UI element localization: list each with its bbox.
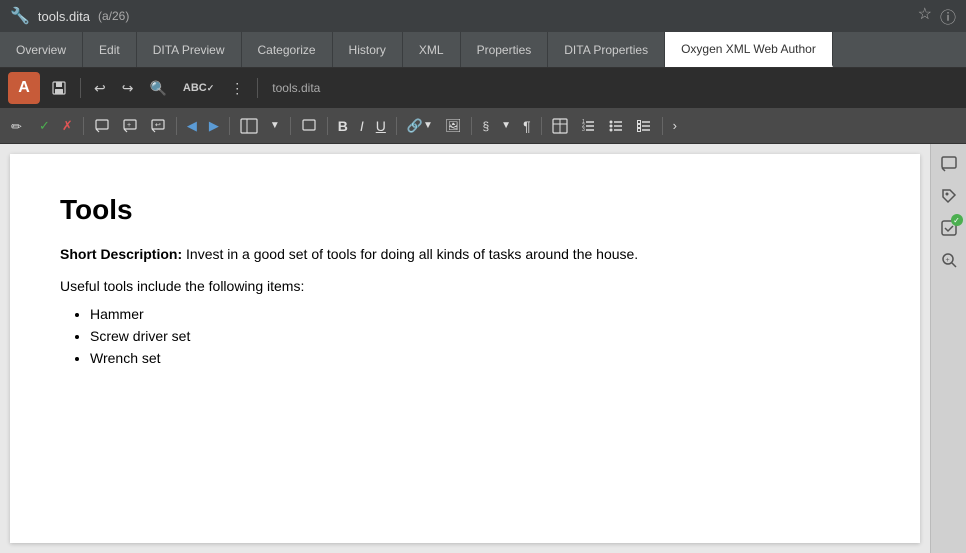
tab-xml[interactable]: XML	[403, 32, 461, 67]
svg-text:3: 3	[582, 127, 585, 133]
track-changes-button[interactable]: ✏	[6, 115, 32, 137]
sep10	[541, 117, 542, 135]
search-button[interactable]: 🔍	[144, 77, 171, 100]
doc-short-description: Short Description: Invest in a good set …	[60, 246, 870, 262]
svg-text:↩: ↩	[155, 122, 161, 129]
svg-text:✏: ✏	[11, 119, 22, 134]
edit-comment-button[interactable]: +	[117, 115, 143, 137]
tab-overview[interactable]: Overview	[0, 32, 83, 67]
list-task-button[interactable]	[631, 115, 657, 137]
title-bar-left: 🔧 tools.dita (a/26)	[10, 6, 129, 26]
title-bar-badge: (a/26)	[98, 9, 129, 23]
tab-oxygen-xml[interactable]: Oxygen XML Web Author	[665, 32, 833, 67]
template-button[interactable]	[235, 115, 263, 137]
svg-text:+: +	[945, 257, 949, 264]
editor-area[interactable]: Tools Short Description: Invest in a goo…	[0, 144, 930, 553]
sep3	[83, 117, 84, 135]
oxygen-logo: A	[8, 72, 40, 104]
right-sidebar: ✓ +	[930, 144, 966, 553]
sep7	[327, 117, 328, 135]
short-desc-text: Invest in a good set of tools for doing …	[186, 246, 638, 262]
spellcheck-button[interactable]: ABC✓	[178, 79, 219, 97]
tab-history[interactable]: History	[333, 32, 403, 67]
link-button[interactable]: 🔗▼	[402, 115, 438, 137]
undo-button[interactable]: ↩	[89, 77, 111, 100]
short-desc-label: Short Description:	[60, 246, 182, 262]
title-bar: 🔧 tools.dita (a/26) ☆ ⓘ	[0, 0, 966, 32]
list-ordered-button[interactable]: 123	[575, 115, 601, 137]
review-badge: ✓	[951, 214, 963, 226]
italic-button[interactable]: I	[355, 115, 369, 137]
nav-back-button[interactable]: ◀	[182, 115, 202, 137]
list-item: Wrench set	[90, 350, 870, 366]
star-icon[interactable]: ☆	[918, 4, 932, 28]
editor-filename: tools.dita	[272, 81, 320, 95]
tab-dita-preview[interactable]: DITA Preview	[137, 32, 242, 67]
list-unordered-button[interactable]	[603, 115, 629, 137]
sep11	[662, 117, 663, 135]
section-button[interactable]: §	[477, 116, 494, 136]
tab-edit[interactable]: Edit	[83, 32, 137, 67]
image-button[interactable]: 🖼	[440, 115, 467, 137]
doc-intro: Useful tools include the following items…	[60, 278, 870, 294]
sep8	[396, 117, 397, 135]
paragraph-button[interactable]: ¶	[518, 115, 536, 137]
sidebar-tags-icon[interactable]	[935, 182, 963, 210]
insert-comment-button[interactable]	[89, 115, 115, 137]
sep9	[471, 117, 472, 135]
app-icon: 🔧	[10, 6, 30, 26]
document-page: Tools Short Description: Invest in a goo…	[10, 154, 920, 543]
sep5	[229, 117, 230, 135]
editor-toolbar: A ↩ ↪ 🔍 ABC✓ ⋮ tools.dita	[0, 68, 966, 108]
editor-toolbar2: ✏ ✓ ✗ + ↩ ◀ ▶ ▼ B I U 🔗▼ 🖼 § ▼ ¶ 123 ›	[0, 108, 966, 144]
sep4	[176, 117, 177, 135]
sidebar-search-icon[interactable]: +	[935, 246, 963, 274]
tab-properties[interactable]: Properties	[461, 32, 549, 67]
table-button[interactable]	[547, 115, 573, 137]
sep2	[257, 78, 258, 98]
section-more-button[interactable]: ▼	[496, 117, 516, 134]
tab-bar: Overview Edit DITA Preview Categorize Hi…	[0, 32, 966, 68]
list-item: Screw driver set	[90, 328, 870, 344]
sidebar-review-icon[interactable]: ✓	[935, 214, 963, 242]
reject-button[interactable]: ✗	[57, 115, 78, 137]
tab-dita-properties[interactable]: DITA Properties	[548, 32, 665, 67]
more-toolbar-button[interactable]: ›	[668, 115, 682, 136]
redo-button[interactable]: ↪	[117, 77, 139, 100]
save-button[interactable]	[46, 77, 72, 99]
title-bar-icons: ☆ ⓘ	[918, 4, 956, 28]
sidebar-comments-icon[interactable]	[935, 150, 963, 178]
fullscreen-button[interactable]	[296, 115, 322, 137]
tab-categorize[interactable]: Categorize	[242, 32, 333, 67]
doc-list: Hammer Screw driver set Wrench set	[90, 306, 870, 366]
svg-text:+: +	[127, 122, 131, 129]
list-item: Hammer	[90, 306, 870, 322]
sep1	[80, 78, 81, 98]
main-area: Tools Short Description: Invest in a goo…	[0, 144, 966, 553]
sep6	[290, 117, 291, 135]
info-icon[interactable]: ⓘ	[940, 4, 956, 28]
title-bar-filename: tools.dita	[38, 9, 90, 24]
accept-button[interactable]: ✓	[34, 115, 55, 137]
underline-button[interactable]: U	[371, 115, 391, 137]
nav-forward-button[interactable]: ▶	[204, 115, 224, 137]
doc-title: Tools	[60, 194, 870, 226]
reply-comment-button[interactable]: ↩	[145, 115, 171, 137]
more-button[interactable]: ⋮	[225, 77, 249, 100]
bold-button[interactable]: B	[333, 115, 353, 137]
template-more-button[interactable]: ▼	[265, 117, 285, 134]
